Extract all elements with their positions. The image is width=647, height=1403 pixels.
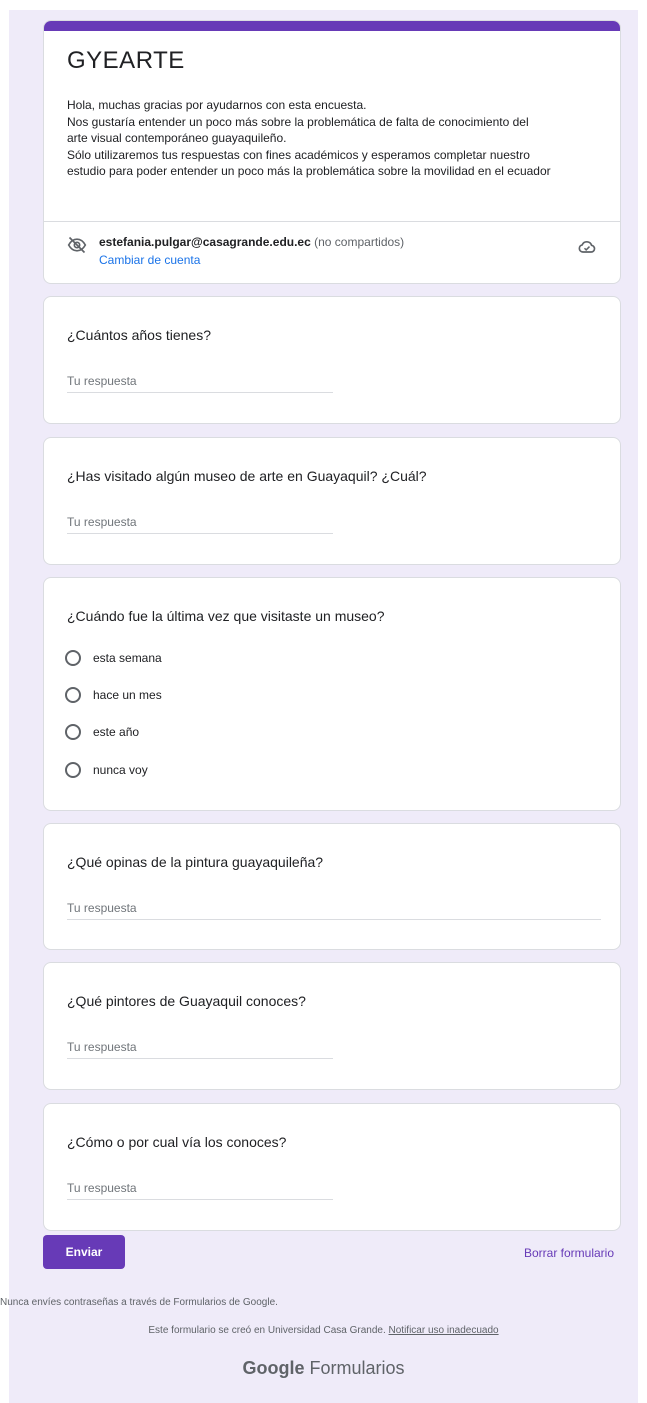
password-warning: Nunca envíes contraseñas a través de For… [0, 1297, 278, 1308]
radio-button[interactable] [65, 724, 81, 740]
radio-button[interactable] [65, 650, 81, 666]
form-header-card: GYEARTE Hola, muchas gracias por ayudarn… [43, 20, 621, 284]
account-note: (no compartidos) [314, 235, 405, 249]
question-card-opinion: ¿Qué opinas de la pintura guayaquileña? [43, 823, 621, 950]
switch-account-link[interactable]: Cambiar de cuenta [99, 253, 200, 267]
report-abuse-link[interactable]: Notificar uso inadecuado [389, 1325, 499, 1336]
account-email: estefania.pulgar@casagrande.edu.ec [99, 235, 311, 249]
question-title: ¿Cuántos años tienes? [67, 327, 211, 343]
cloud-saved-icon [578, 241, 596, 253]
footer-created-text: Este formulario se creó en Universidad C… [148, 1325, 386, 1336]
question-card-last-visit: ¿Cuándo fue la última vez que visitaste … [43, 577, 621, 811]
question-title: ¿Qué pintores de Guayaquil conoces? [67, 993, 306, 1009]
eye-off-icon [67, 236, 87, 254]
question-card-museum-visited: ¿Has visitado algún museo de arte en Gua… [43, 437, 621, 565]
question-title: ¿Has visitado algún museo de arte en Gua… [67, 468, 427, 484]
radio-label: este año [93, 725, 140, 739]
description-line: arte visual contemporáneo guayaquileño. [67, 131, 287, 145]
question-title: ¿Cómo o por cual vía los conoces? [67, 1134, 287, 1150]
radio-label: nunca voy [93, 763, 148, 777]
header-divider [44, 221, 620, 222]
radio-option-este-ano[interactable]: este año [65, 722, 365, 746]
clear-form-link[interactable]: Borrar formulario [524, 1246, 614, 1260]
answer-input-how-known[interactable] [67, 1177, 333, 1200]
description-line: Nos gustaría entender un poco más sobre … [67, 114, 529, 129]
question-card-painters: ¿Qué pintores de Guayaquil conoces? [43, 962, 621, 1090]
brand-forms: Formularios [309, 1358, 405, 1378]
question-title: ¿Qué opinas de la pintura guayaquileña? [67, 854, 324, 870]
form-title: GYEARTE [67, 47, 185, 74]
radio-option-esta-semana[interactable]: esta semana [65, 648, 365, 672]
radio-button[interactable] [65, 762, 81, 778]
radio-option-hace-un-mes[interactable]: hace un mes [65, 685, 365, 709]
answer-input-museum-visited[interactable] [67, 511, 333, 534]
form-page: GYEARTE Hola, muchas gracias por ayudarn… [9, 10, 638, 1403]
submit-button[interactable]: Enviar [43, 1235, 125, 1269]
description-line: Sólo utilizaremos tus respuestas con fin… [67, 147, 530, 162]
radio-option-nunca-voy[interactable]: nunca voy [65, 760, 365, 784]
header-accent-bar [44, 21, 620, 31]
description-line: estudio para poder entender un poco más … [67, 164, 551, 178]
account-email-line: estefania.pulgar@casagrande.edu.ec (no c… [99, 235, 404, 249]
description-line: Hola, muchas gracias por ayudarnos con e… [67, 98, 367, 112]
brand-google: Google [242, 1358, 305, 1378]
radio-button[interactable] [65, 687, 81, 703]
answer-input-painters[interactable] [67, 1036, 333, 1059]
radio-label: hace un mes [93, 688, 162, 702]
answer-textarea-opinion[interactable] [67, 897, 601, 920]
google-forms-logo: Google Formularios [9, 1358, 638, 1379]
answer-input-age[interactable] [67, 370, 333, 393]
question-card-age: ¿Cuántos años tienes? [43, 296, 621, 424]
question-card-how-known: ¿Cómo o por cual vía los conoces? [43, 1103, 621, 1231]
radio-label: esta semana [93, 651, 162, 665]
form-description: Hola, muchas gracias por ayudarnos con e… [67, 97, 602, 180]
question-title: ¿Cuándo fue la última vez que visitaste … [67, 608, 385, 624]
footer-created: Este formulario se creó en Universidad C… [9, 1325, 638, 1336]
account-row: estefania.pulgar@casagrande.edu.ec (no c… [67, 233, 597, 273]
